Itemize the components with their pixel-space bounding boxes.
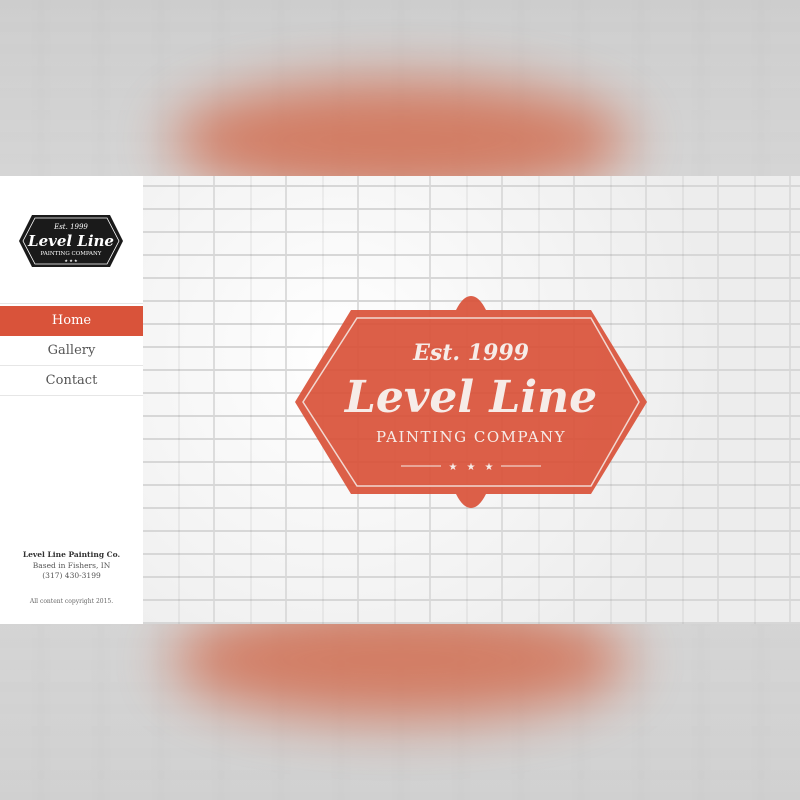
star-icon: ★ — [467, 462, 476, 473]
hero-name: Level Line — [343, 372, 597, 423]
nav-item-home[interactable]: Home — [0, 306, 143, 336]
sidebar-logo-est: Est. 1999 — [53, 223, 88, 231]
hero-brick-wall: Est. 1999 Level Line PAINTING COMPANY ★ … — [143, 176, 800, 624]
sidebar-logo[interactable]: Est. 1999 Level Line PAINTING COMPANY ★ … — [18, 213, 124, 269]
sidebar: Est. 1999 Level Line PAINTING COMPANY ★ … — [0, 176, 143, 624]
main-nav: Home Gallery Contact — [0, 303, 143, 396]
nav-divider — [0, 303, 143, 304]
footer-company: Level Line Painting Co. — [22, 550, 121, 559]
star-icon: ★ — [449, 462, 458, 473]
sidebar-logo-stars: ★ ★ ★ — [64, 258, 78, 263]
nav-item-contact[interactable]: Contact — [0, 366, 143, 396]
hero-tagline: PAINTING COMPANY — [376, 428, 566, 446]
copyright: All content copyright 2015. — [29, 598, 114, 605]
footer-phone[interactable]: (317) 430-3199 — [0, 571, 143, 582]
sidebar-logo-tagline: PAINTING COMPANY — [41, 251, 102, 257]
star-icon: ★ — [485, 462, 494, 473]
footer-location: Based in Fishers, IN — [32, 560, 111, 570]
nav-item-gallery[interactable]: Gallery — [0, 336, 143, 366]
hero-est: Est. 1999 — [412, 340, 529, 366]
site-frame: Est. 1999 Level Line PAINTING COMPANY ★ … — [0, 176, 800, 624]
sidebar-logo-name: Level Line — [27, 232, 114, 250]
contact-info: Level Line Painting Co. Based in Fishers… — [0, 550, 143, 582]
hero-logo: Est. 1999 Level Line PAINTING COMPANY ★ … — [295, 296, 647, 508]
